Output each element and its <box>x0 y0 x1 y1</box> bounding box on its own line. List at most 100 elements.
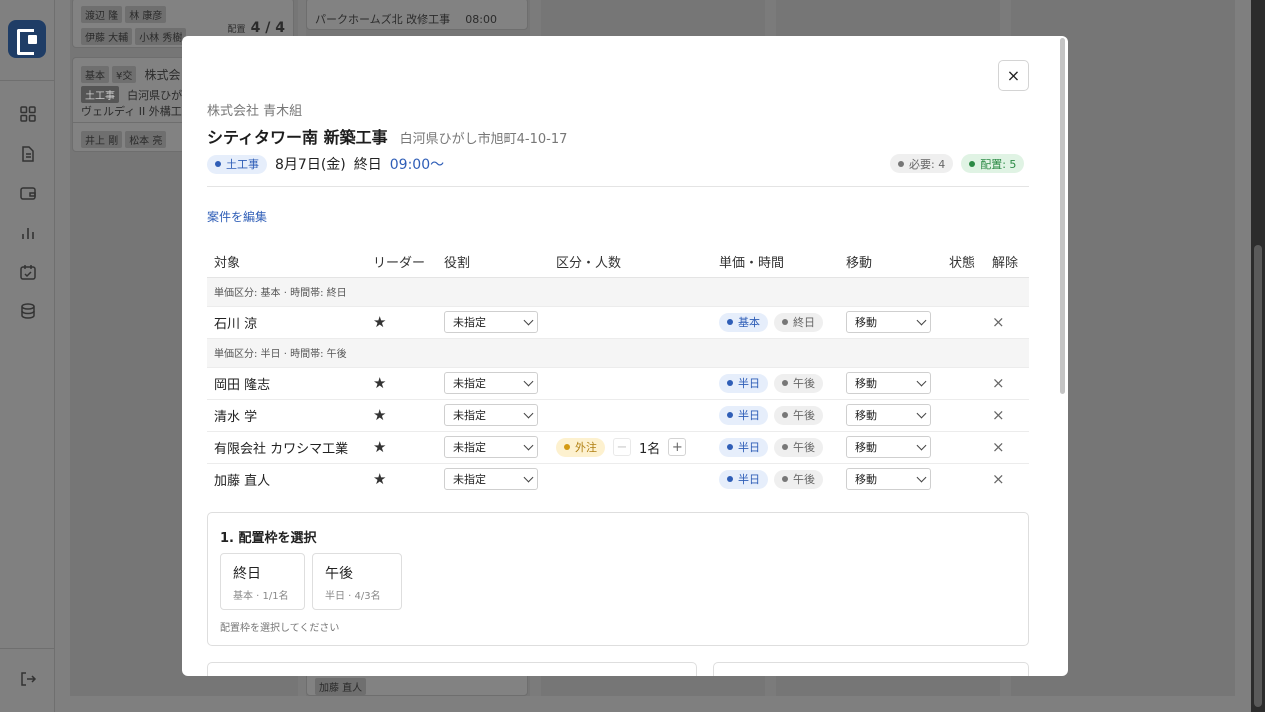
card-site: ヴェルディ II 外構工 <box>81 105 182 118</box>
worker-list-panel <box>207 662 697 676</box>
outsource-badge: 外注 <box>556 437 605 457</box>
leader-star-icon[interactable]: ★ <box>373 470 386 488</box>
column-header-status: 状態 <box>942 247 985 278</box>
chevron-down-icon <box>523 315 534 325</box>
worker-tag: 林 康彦 <box>125 6 167 23</box>
remove-icon[interactable]: × <box>992 438 1005 456</box>
badge: ¥交 <box>112 66 137 83</box>
slot-option-afternoon[interactable]: 午後 半日 · 4/3名 <box>312 553 402 610</box>
header-divider <box>207 186 1029 187</box>
status-cell <box>942 367 985 400</box>
worker-name: 有限会社 カワシマ工業 <box>207 431 366 464</box>
assign-count: 4 / 4 <box>250 20 285 36</box>
table-row: 加藤 直人 ★ 未指定 半日 午後 移動 × <box>207 463 1029 495</box>
chart-icon[interactable] <box>19 224 37 242</box>
status-cell <box>942 399 985 432</box>
division-cell <box>549 367 712 400</box>
app-logo[interactable] <box>8 20 46 58</box>
move-select[interactable]: 移動 <box>846 404 931 426</box>
column-header-move: 移動 <box>839 247 942 278</box>
sidebar-divider <box>0 648 55 649</box>
status-cell <box>942 463 985 495</box>
category-badge: 土工事 <box>207 154 267 174</box>
remove-icon[interactable]: × <box>992 470 1005 488</box>
role-select[interactable]: 未指定 <box>444 468 538 491</box>
column-header-remove: 解除 <box>985 247 1029 278</box>
slot-hint: 配置枠を選択してください <box>220 623 340 634</box>
table-row: 岡田 隆志 ★ 未指定 半日 午後 移動 × <box>207 367 1029 400</box>
close-button[interactable]: × <box>998 60 1029 91</box>
role-select[interactable]: 未指定 <box>444 311 538 333</box>
chevron-down-icon <box>523 376 534 386</box>
time-badge: 終日 <box>774 312 823 332</box>
group-row: 単価区分: 基本 · 時間帯: 終日 <box>207 277 1029 307</box>
column-header-unit: 単価・時間 <box>712 247 839 278</box>
table-row: 有限会社 カワシマ工業 ★ 未指定 外注 − 1名 + 半日 午後 移動 × <box>207 431 1029 464</box>
move-select[interactable]: 移動 <box>846 436 931 458</box>
group-label: 単価区分: 基本 · 時間帯: 終日 <box>207 277 1029 307</box>
time-badge: 午後 <box>774 469 823 489</box>
remove-icon[interactable]: × <box>992 374 1005 392</box>
project-address: 白河県ひがし市旭町4-10-17 <box>399 132 568 147</box>
card-time: 08:00 <box>465 13 497 26</box>
role-select[interactable]: 未指定 <box>444 372 538 394</box>
unit-badge: 半日 <box>719 437 768 457</box>
headcount-stepper: 外注 − 1名 + <box>556 437 687 457</box>
card-location: 白河県ひが <box>127 89 183 102</box>
status-cell <box>942 306 985 339</box>
worker-tag: 小林 秀樹 <box>135 28 187 45</box>
role-select[interactable]: 未指定 <box>444 404 538 426</box>
page-scrollbar-thumb[interactable] <box>1254 245 1262 707</box>
worker-name: 清水 学 <box>207 399 366 432</box>
column-header-leader: リーダー <box>366 247 437 278</box>
division-cell <box>549 306 712 339</box>
chevron-down-icon <box>523 472 534 483</box>
time-badge: 午後 <box>774 373 823 393</box>
chevron-down-icon <box>916 315 927 325</box>
assign-label: 配置 <box>227 25 246 35</box>
increment-button[interactable]: + <box>668 438 687 456</box>
calendar-check-icon[interactable] <box>19 263 37 281</box>
logout-icon[interactable] <box>19 670 37 688</box>
move-select[interactable]: 移動 <box>846 372 931 394</box>
database-icon[interactable] <box>19 302 37 320</box>
column-header-division: 区分・人数 <box>549 247 712 278</box>
document-icon[interactable] <box>19 145 37 163</box>
division-cell <box>549 463 712 495</box>
slot-selection-panel: 1. 配置枠を選択 終日 基本 · 1/1名 午後 半日 · 4/3名 配置枠を… <box>207 512 1029 646</box>
leader-star-icon[interactable]: ★ <box>373 313 386 331</box>
edit-project-link[interactable]: 案件を編集 <box>207 208 267 225</box>
division-cell <box>549 399 712 432</box>
group-label: 単価区分: 半日 · 時間帯: 午後 <box>207 338 1029 368</box>
role-select[interactable]: 未指定 <box>444 436 538 458</box>
time-badge: 午後 <box>774 405 823 425</box>
leader-star-icon[interactable]: ★ <box>373 438 386 456</box>
modal-scrollbar[interactable] <box>1058 38 1066 674</box>
decrement-button[interactable]: − <box>613 438 631 456</box>
status-cell <box>942 431 985 464</box>
time-badge: 午後 <box>774 437 823 457</box>
project-date: 8月7日(金) <box>275 157 346 173</box>
worker-name: 岡田 隆志 <box>207 367 366 400</box>
move-select[interactable]: 移動 <box>846 468 931 491</box>
modal-scrollbar-thumb[interactable] <box>1060 38 1065 394</box>
assignment-modal: × 株式会社 青木組 シティタワー南 新築工事 白河県ひがし市旭町4-10-17… <box>182 36 1068 676</box>
unit-badge: 半日 <box>719 469 768 489</box>
remove-icon[interactable]: × <box>992 313 1005 331</box>
move-select[interactable]: 移動 <box>846 311 931 333</box>
dashboard-icon[interactable] <box>19 105 37 123</box>
chevron-down-icon <box>916 472 927 483</box>
table-row: 清水 学 ★ 未指定 半日 午後 移動 × <box>207 399 1029 432</box>
slot-option-full-day[interactable]: 終日 基本 · 1/1名 <box>220 553 305 610</box>
page-scrollbar[interactable] <box>1251 0 1265 712</box>
wallet-icon[interactable] <box>19 184 37 202</box>
category-badge: 土工事 <box>81 86 119 103</box>
remove-icon[interactable]: × <box>992 406 1005 424</box>
schedule-card[interactable]: パークホームズ北 改修工事 08:00 <box>306 0 528 30</box>
worker-tag: 加藤 直人 <box>315 678 367 695</box>
leader-star-icon[interactable]: ★ <box>373 374 386 392</box>
chevron-down-icon <box>523 408 534 418</box>
leader-star-icon[interactable]: ★ <box>373 406 386 424</box>
project-time: 09:00〜 <box>389 157 445 173</box>
division-cell: 外注 − 1名 + <box>549 431 712 464</box>
